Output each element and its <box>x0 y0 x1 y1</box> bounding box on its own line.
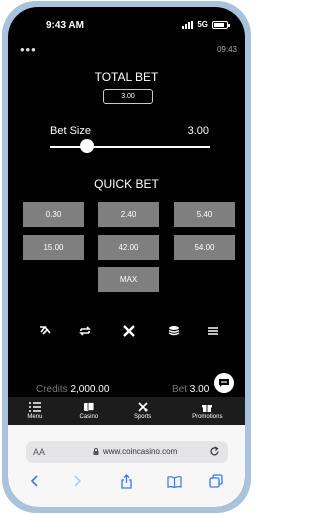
screen: 9:43 AM 5G ••• 09:43 TOTAL BET 3.00 Bet … <box>8 7 245 507</box>
cards-icon <box>83 402 95 411</box>
bookmarks-icon[interactable] <box>166 473 182 489</box>
credits-label: Credits <box>36 384 68 395</box>
phone-frame: 9:43 AM 5G ••• 09:43 TOTAL BET 3.00 Bet … <box>2 1 251 513</box>
browser-chrome: AA www.coincasino.com <box>8 425 245 507</box>
total-bet-title: TOTAL BET <box>94 70 159 84</box>
menu-icon[interactable] <box>205 323 221 339</box>
quick-bet-title: QUICK BET <box>94 177 159 191</box>
credits-display: Credits 2,000.00 <box>36 384 109 395</box>
autoplay-icon[interactable] <box>37 323 53 339</box>
status-indicators: 5G <box>182 20 230 29</box>
bet-size-label: Bet Size <box>50 125 91 137</box>
nav-label-casino: Casino <box>79 414 99 420</box>
quick-bet-button-54-00[interactable]: 54.00 <box>174 235 235 260</box>
quick-bet-button-2-40[interactable]: 2.40 <box>98 202 159 227</box>
bet-size-value: 3.00 <box>187 125 209 137</box>
more-options-icon[interactable]: ••• <box>20 42 37 57</box>
bet-size-slider-thumb[interactable] <box>79 139 94 153</box>
tabs-icon[interactable] <box>208 473 224 489</box>
bottom-nav: Menu Casino Sports Promotions <box>8 397 245 425</box>
signal-icon <box>182 20 194 29</box>
game-clock: 09:43 <box>216 45 237 54</box>
refresh-icon[interactable] <box>77 323 93 339</box>
status-time: 9:43 AM <box>46 20 84 31</box>
nav-item-menu[interactable]: Menu <box>8 397 62 425</box>
network-label: 5G <box>197 20 208 29</box>
status-bar: 9:43 AM 5G <box>8 7 245 37</box>
quick-bet-button-15-00[interactable]: 15.00 <box>23 235 84 260</box>
nav-item-sports[interactable]: Sports <box>116 397 170 425</box>
bet-value: 3.00 <box>189 384 210 395</box>
quick-bet-button-42-00[interactable]: 42.00 <box>98 235 159 260</box>
quick-bet-button-max[interactable]: MAX <box>98 267 159 292</box>
lock-icon <box>93 448 99 455</box>
battery-icon <box>212 20 230 29</box>
bet-size-slider[interactable] <box>50 146 210 148</box>
nav-label-promotions: Promotions <box>192 414 223 420</box>
quick-bet-button-0-30[interactable]: 0.30 <box>23 202 84 227</box>
share-icon[interactable] <box>118 473 134 489</box>
bet-label: Bet <box>172 384 188 395</box>
nav-item-promotions[interactable]: Promotions <box>170 397 245 425</box>
chat-icon[interactable] <box>214 373 234 393</box>
credits-value: 2,000.00 <box>70 384 110 395</box>
nav-label-menu: Menu <box>27 414 43 420</box>
total-bet-value: 3.00 <box>103 89 153 104</box>
reload-icon[interactable] <box>209 446 220 457</box>
forward-icon[interactable] <box>70 473 86 489</box>
browser-toolbar <box>8 473 245 493</box>
quick-bet-button-5-40[interactable]: 5.40 <box>174 202 235 227</box>
address-bar[interactable]: AA www.coincasino.com <box>26 441 228 463</box>
close-icon[interactable] <box>121 323 137 339</box>
list-icon <box>28 402 41 412</box>
gift-icon <box>202 405 213 412</box>
reader-mode-button[interactable]: AA <box>33 447 45 457</box>
nav-label-sports: Sports <box>133 414 152 420</box>
url-text: www.coincasino.com <box>103 447 178 456</box>
game-topbar: ••• 09:43 <box>8 42 245 57</box>
sports-icon <box>138 402 148 412</box>
coins-icon[interactable] <box>166 323 182 339</box>
back-icon[interactable] <box>26 473 42 489</box>
bet-display: Bet 3.00 <box>172 384 209 395</box>
nav-item-casino[interactable]: Casino <box>62 397 116 425</box>
